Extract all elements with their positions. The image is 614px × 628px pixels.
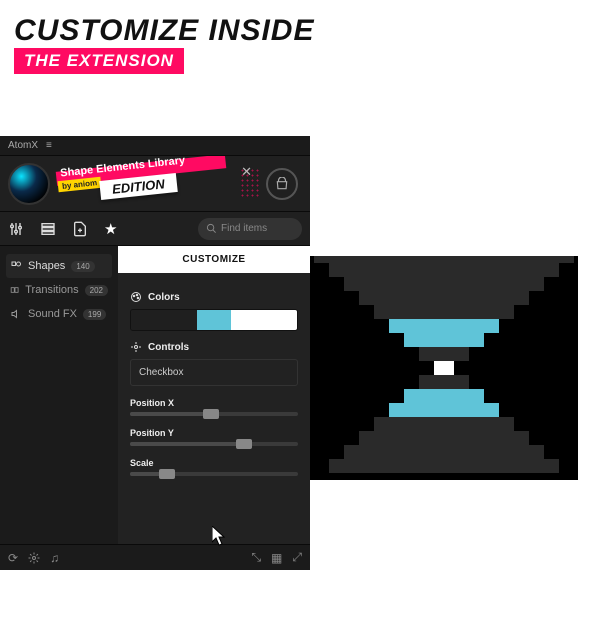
atom-logo-icon	[8, 163, 50, 205]
slider-thumb[interactable]	[203, 409, 219, 419]
slider-position-y: Position Y	[130, 428, 298, 446]
slider-track[interactable]	[130, 412, 298, 416]
shapes-icon	[10, 260, 22, 272]
expand-icon[interactable]: ⤢	[292, 550, 302, 565]
tab-customize[interactable]: CUSTOMIZE	[118, 246, 310, 273]
panel-footer: ⟳ ♫ ⤡ ▦ ⤢	[0, 544, 310, 570]
refresh-icon[interactable]: ⟳	[8, 551, 18, 565]
favorites-icon[interactable]: ★	[104, 220, 117, 238]
customize-panel: CUSTOMIZE Colors Controls Checkbox Posit…	[118, 246, 310, 544]
checkbox-control[interactable]: Checkbox	[130, 359, 298, 386]
controls-heading: Controls	[130, 341, 298, 353]
colors-heading: Colors	[130, 291, 298, 303]
color-swatch[interactable]	[131, 310, 164, 330]
slider-track[interactable]	[130, 472, 298, 476]
slider-label: Position Y	[130, 428, 298, 438]
transitions-icon	[10, 284, 19, 296]
animation-preview	[310, 256, 578, 480]
color-swatch[interactable]	[231, 310, 264, 330]
toolbar: ★ Find items	[0, 212, 310, 246]
slider-track[interactable]	[130, 442, 298, 446]
panel-menu-icon[interactable]: ≡	[46, 140, 52, 151]
search-placeholder: Find items	[221, 223, 267, 234]
sidebar-item-count: 199	[83, 309, 106, 320]
search-input[interactable]: Find items	[198, 218, 302, 240]
sidebar-item-label: Shapes	[28, 260, 65, 272]
color-swatches	[130, 309, 298, 331]
search-icon	[206, 223, 217, 234]
sidebar-item-transitions[interactable]: Transitions 202	[6, 278, 112, 302]
sidebar-item-count: 202	[85, 285, 108, 296]
color-swatch[interactable]	[197, 310, 230, 330]
color-swatch[interactable]	[164, 310, 197, 330]
sidebar-item-shapes[interactable]: Shapes 140	[6, 254, 112, 278]
slider-position-x: Position X	[130, 398, 298, 416]
sound-icon	[10, 308, 22, 320]
shop-button[interactable]	[266, 168, 298, 200]
grid-icon[interactable]: ▦	[271, 551, 282, 565]
app-title: AtomX	[8, 140, 38, 151]
slider-scale: Scale	[130, 458, 298, 476]
slider-label: Position X	[130, 398, 298, 408]
bag-icon	[275, 177, 289, 191]
heading-line1: CUSTOMIZE INSIDE	[14, 14, 614, 48]
palette-icon	[130, 291, 142, 303]
collapse-icon[interactable]: ⤡	[251, 550, 261, 565]
page-heading: CUSTOMIZE INSIDE THE EXTENSION	[14, 14, 614, 74]
heading-line2: THE EXTENSION	[14, 48, 184, 74]
close-icon[interactable]: ✕	[241, 164, 252, 180]
category-sidebar: Shapes 140 Transitions 202 Sound FX 199	[0, 246, 118, 544]
layout-icon[interactable]	[40, 221, 56, 237]
sidebar-item-count: 140	[71, 261, 94, 272]
sliders-icon[interactable]	[8, 221, 24, 237]
slider-thumb[interactable]	[159, 469, 175, 479]
color-swatch[interactable]	[264, 310, 297, 330]
music-icon[interactable]: ♫	[50, 551, 59, 565]
extension-panel: AtomX ≡ Shape Elements Library by aniom …	[0, 136, 310, 570]
gear-icon[interactable]	[28, 552, 40, 564]
slider-thumb[interactable]	[236, 439, 252, 449]
add-file-icon[interactable]	[72, 221, 88, 237]
controls-icon	[130, 341, 142, 353]
window-titlebar: AtomX ≡	[0, 136, 310, 156]
library-banner: Shape Elements Library by aniom EDITION …	[0, 156, 310, 212]
sidebar-item-label: Sound FX	[28, 308, 77, 320]
slider-label: Scale	[130, 458, 298, 468]
sidebar-item-label: Transitions	[25, 284, 78, 296]
sidebar-item-soundfx[interactable]: Sound FX 199	[6, 302, 112, 326]
